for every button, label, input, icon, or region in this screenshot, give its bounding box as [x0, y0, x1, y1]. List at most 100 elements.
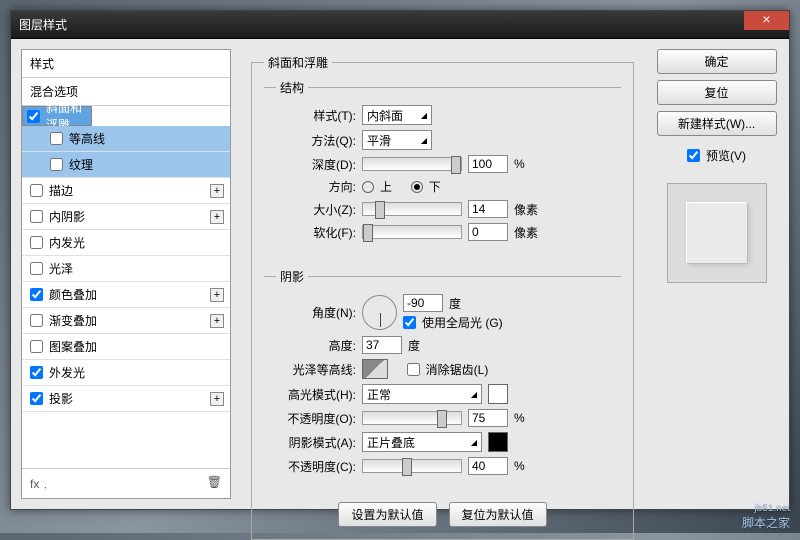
gloss-contour[interactable]	[362, 359, 388, 379]
size-label: 大小(Z):	[276, 201, 356, 218]
style-checkbox[interactable]	[30, 184, 43, 197]
style-checkbox[interactable]	[30, 262, 43, 275]
global-light-checkbox[interactable]	[403, 316, 416, 329]
soften-slider[interactable]	[362, 225, 462, 239]
bevel-title: 斜面和浮雕	[264, 54, 332, 71]
style-label: 渐变叠加	[49, 312, 97, 329]
watermark: jb51.net 脚本之家	[742, 503, 790, 531]
trash-icon[interactable]: 🗑	[207, 475, 222, 492]
angle-input[interactable]	[403, 294, 443, 312]
style-label: 图案叠加	[49, 338, 97, 355]
altitude-input[interactable]	[362, 336, 402, 354]
style-label: 外发光	[49, 364, 85, 381]
style-checkbox[interactable]	[27, 110, 40, 123]
layer-style-dialog: 图层样式 × 样式 混合选项 斜面和浮雕等高线纹理描边+内阴影+内发光光泽颜色叠…	[10, 10, 790, 510]
settings-panel: 斜面和浮雕 结构 样式(T):内斜面◢ 方法(Q):平滑◢ 深度(D):% 方向…	[241, 49, 644, 499]
plus-icon[interactable]: +	[210, 184, 224, 198]
style-label: 光泽	[49, 260, 73, 277]
style-checkbox[interactable]	[30, 236, 43, 249]
style-checkbox[interactable]	[50, 158, 63, 171]
style-checkbox[interactable]	[30, 366, 43, 379]
cancel-button[interactable]: 复位	[657, 80, 777, 105]
style-row-3[interactable]: 描边 +	[22, 178, 230, 204]
styles-footer: fx﹒ 🗑	[22, 468, 230, 498]
style-label: 内阴影	[49, 208, 85, 225]
hl-op-input[interactable]	[468, 409, 508, 427]
style-row-5[interactable]: 内发光	[22, 230, 230, 256]
plus-icon[interactable]: +	[210, 314, 224, 328]
sh-color[interactable]	[488, 432, 508, 452]
style-row-0[interactable]: 斜面和浮雕	[22, 106, 92, 126]
hl-color[interactable]	[488, 384, 508, 404]
soften-label: 软化(F):	[276, 224, 356, 241]
ok-button[interactable]: 确定	[657, 49, 777, 74]
reset-default-button[interactable]: 复位为默认值	[449, 502, 547, 527]
style-checkbox[interactable]	[30, 340, 43, 353]
preview-checkbox[interactable]	[687, 149, 700, 162]
depth-input[interactable]	[468, 155, 508, 173]
size-slider[interactable]	[362, 202, 462, 216]
angle-dial[interactable]	[362, 295, 397, 330]
dir-down-radio[interactable]	[411, 181, 423, 193]
style-label: 等高线	[69, 130, 105, 147]
method-select[interactable]: 平滑◢	[362, 130, 432, 150]
hl-op-label: 不透明度(O):	[276, 410, 356, 427]
sh-op-input[interactable]	[468, 457, 508, 475]
style-row-7[interactable]: 颜色叠加 +	[22, 282, 230, 308]
hl-mode-select[interactable]: 正常◢	[362, 384, 482, 404]
plus-icon[interactable]: +	[210, 392, 224, 406]
style-checkbox[interactable]	[30, 392, 43, 405]
plus-icon[interactable]: +	[210, 288, 224, 302]
styles-panel: 样式 混合选项 斜面和浮雕等高线纹理描边+内阴影+内发光光泽颜色叠加+渐变叠加+…	[21, 49, 231, 499]
direction-label: 方向:	[276, 178, 356, 195]
style-checkbox[interactable]	[30, 210, 43, 223]
style-row-10[interactable]: 外发光	[22, 360, 230, 386]
hl-op-slider[interactable]	[362, 411, 462, 425]
style-label: 描边	[49, 182, 73, 199]
depth-slider[interactable]	[362, 157, 462, 171]
new-style-button[interactable]: 新建样式(W)...	[657, 111, 777, 136]
style-label: 投影	[49, 390, 73, 407]
style-checkbox[interactable]	[30, 314, 43, 327]
depth-label: 深度(D):	[276, 156, 356, 173]
style-row-11[interactable]: 投影 +	[22, 386, 230, 412]
style-label: 样式(T):	[276, 107, 356, 124]
altitude-label: 高度:	[276, 337, 356, 354]
bevel-group: 斜面和浮雕 结构 样式(T):内斜面◢ 方法(Q):平滑◢ 深度(D):% 方向…	[251, 54, 634, 540]
sh-op-slider[interactable]	[362, 459, 462, 473]
style-label: 内发光	[49, 234, 85, 251]
style-row-1[interactable]: 等高线	[22, 126, 230, 152]
style-row-8[interactable]: 渐变叠加 +	[22, 308, 230, 334]
style-row-2[interactable]: 纹理	[22, 152, 230, 178]
style-row-6[interactable]: 光泽	[22, 256, 230, 282]
style-checkbox[interactable]	[50, 132, 63, 145]
style-row-4[interactable]: 内阴影 +	[22, 204, 230, 230]
dir-up-radio[interactable]	[362, 181, 374, 193]
antialias-checkbox[interactable]	[407, 363, 420, 376]
titlebar[interactable]: 图层样式 ×	[11, 11, 789, 39]
fx-icon[interactable]: fx﹒	[30, 475, 51, 492]
right-panel: 确定 复位 新建样式(W)... 预览(V)	[654, 49, 779, 499]
sh-mode-label: 阴影模式(A):	[276, 434, 356, 451]
style-label: 纹理	[69, 156, 93, 173]
size-input[interactable]	[468, 200, 508, 218]
angle-label: 角度(N):	[276, 304, 356, 321]
styles-header[interactable]: 样式	[22, 50, 230, 78]
soften-input[interactable]	[468, 223, 508, 241]
plus-icon[interactable]: +	[210, 210, 224, 224]
hl-mode-label: 高光模式(H):	[276, 386, 356, 403]
style-row-9[interactable]: 图案叠加	[22, 334, 230, 360]
structure-title: 结构	[276, 79, 308, 96]
style-label: 颜色叠加	[49, 286, 97, 303]
make-default-button[interactable]: 设置为默认值	[338, 502, 436, 527]
preview-box	[667, 183, 767, 283]
method-label: 方法(Q):	[276, 132, 356, 149]
style-checkbox[interactable]	[30, 288, 43, 301]
sh-mode-select[interactable]: 正片叠底◢	[362, 432, 482, 452]
close-button[interactable]: ×	[744, 11, 789, 30]
shading-title: 阴影	[276, 268, 308, 285]
sh-op-label: 不透明度(C):	[276, 458, 356, 475]
gloss-label: 光泽等高线:	[276, 361, 356, 378]
style-select[interactable]: 内斜面◢	[362, 105, 432, 125]
dialog-title: 图层样式	[19, 16, 67, 33]
